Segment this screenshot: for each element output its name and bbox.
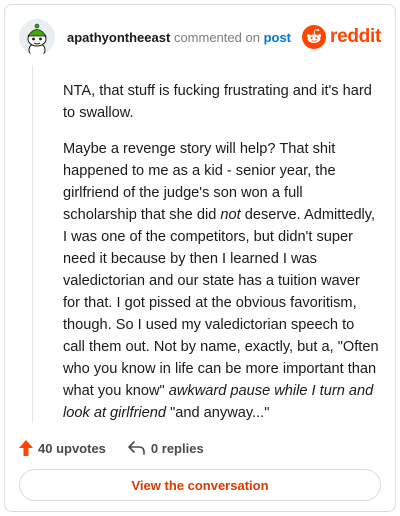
- comment-header: apathyontheeast commented on post reddit: [19, 19, 381, 59]
- upvote-arrow-icon: [19, 440, 33, 456]
- comment-paragraph-2: Maybe a revenge story will help? That sh…: [63, 138, 379, 424]
- comment-footer: 40 upvotes 0 replies: [19, 437, 226, 459]
- comment-paragraph-1: NTA, that stuff is fucking frustrating a…: [63, 83, 372, 121]
- reddit-wordmark: reddit: [330, 26, 381, 47]
- comment-text: "and anyway...": [166, 405, 270, 421]
- comment-body: NTA, that stuff is fucking frustrating a…: [63, 80, 379, 438]
- thread-line: [32, 65, 33, 423]
- username-link[interactable]: apathyontheeast: [67, 30, 170, 45]
- action-text: commented on: [173, 30, 260, 45]
- comment-emphasis: not: [220, 207, 241, 223]
- upvote-stat[interactable]: 40 upvotes: [19, 440, 106, 456]
- reddit-brand[interactable]: reddit: [302, 23, 381, 51]
- reply-stat[interactable]: 0 replies: [128, 441, 204, 456]
- reddit-logo-icon: [302, 25, 327, 49]
- embedded-comment-card: apathyontheeast commented on post reddit…: [4, 4, 396, 512]
- comment-text: deserve. Admittedly, I was one of the co…: [63, 207, 379, 399]
- post-link[interactable]: post: [264, 30, 291, 45]
- reply-count: 0 replies: [150, 440, 204, 456]
- reply-arrow-icon: [128, 441, 145, 455]
- comment-meta: apathyontheeast commented on post: [67, 30, 291, 45]
- upvote-count: 40 upvotes: [38, 440, 106, 456]
- snoo-avatar-icon[interactable]: [19, 19, 55, 55]
- view-conversation-button[interactable]: View the conversation: [19, 469, 381, 501]
